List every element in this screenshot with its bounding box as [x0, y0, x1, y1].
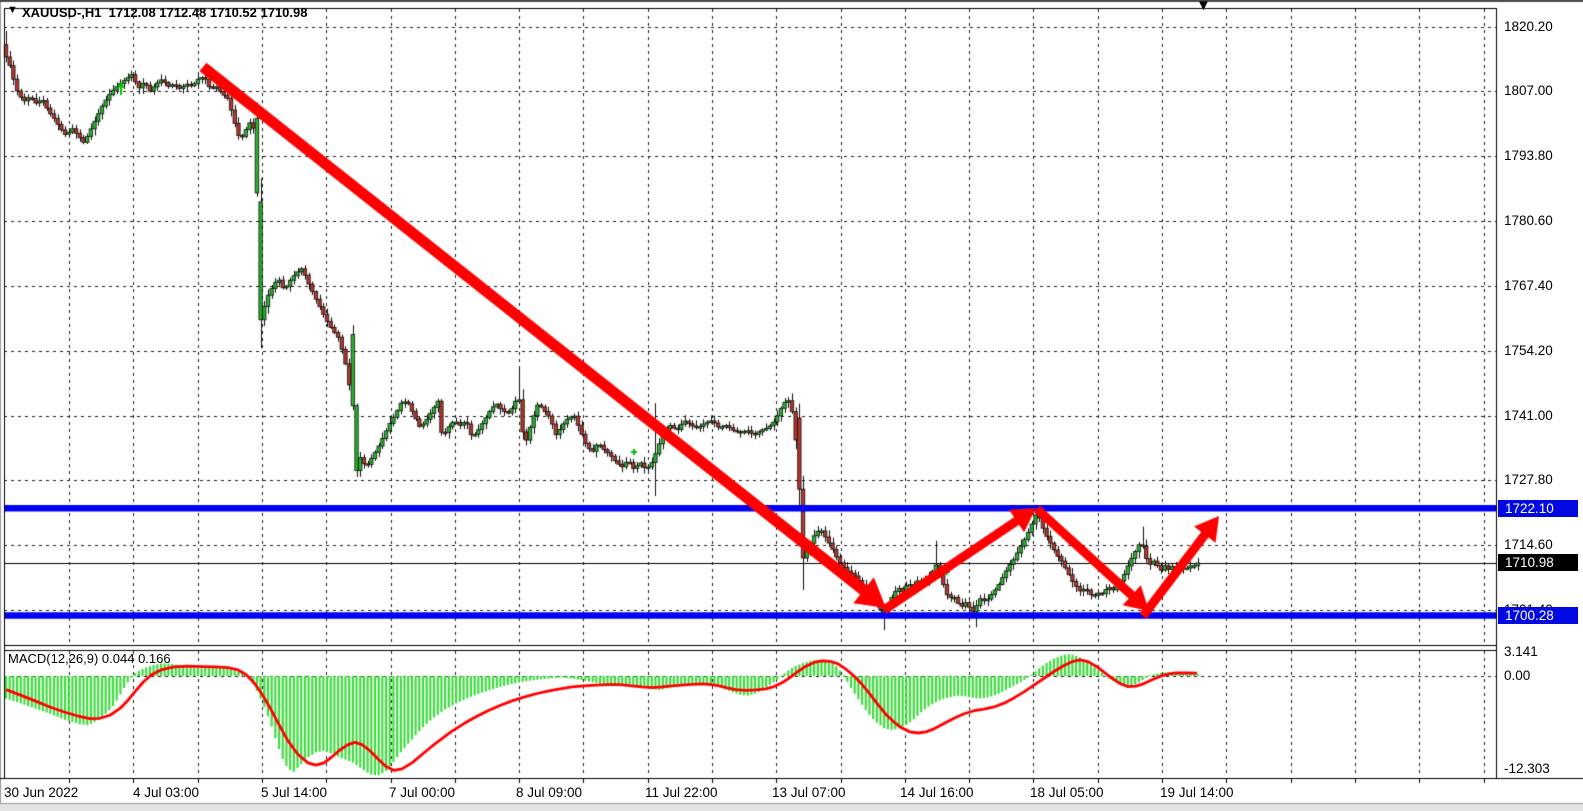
chart-window: ▼ XAUUSD-,H1 1712.08 1712.48 1710.52 171… — [0, 0, 1583, 811]
price-chart-canvas[interactable] — [0, 0, 1583, 811]
